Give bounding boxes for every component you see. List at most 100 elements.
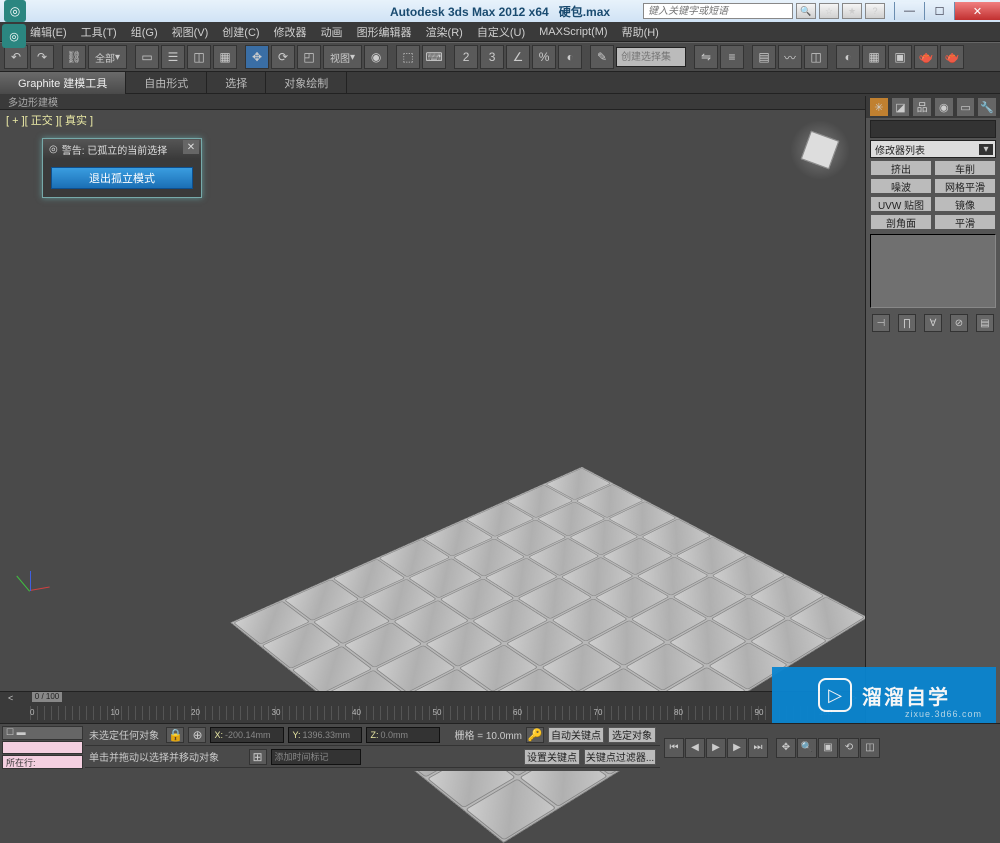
- mod-smooth[interactable]: 平滑: [934, 214, 996, 230]
- tab-object-paint[interactable]: 对象绘制: [266, 72, 347, 94]
- play-icon[interactable]: ▶: [706, 738, 726, 758]
- mod-lathe[interactable]: 车削: [934, 160, 996, 176]
- coord-y[interactable]: Y:1396.33mm: [288, 727, 362, 743]
- key-icon[interactable]: 🔑: [526, 727, 544, 743]
- add-time-tag[interactable]: 添加时间标记: [271, 749, 361, 765]
- ref-coord-dropdown[interactable]: 视图 ▾: [323, 45, 362, 69]
- script-output[interactable]: [2, 741, 83, 755]
- pin-stack-icon[interactable]: ⊣: [872, 314, 890, 332]
- help-search-input[interactable]: [643, 3, 793, 19]
- select-manipulate-icon[interactable]: ⬚: [396, 45, 420, 69]
- menu-animation[interactable]: 动画: [321, 24, 343, 40]
- schematic-icon[interactable]: ◫: [804, 45, 828, 69]
- snap-3d-icon[interactable]: 3: [480, 45, 504, 69]
- menu-edit[interactable]: 编辑(E): [30, 24, 67, 40]
- coord-x[interactable]: X:-200.14mm: [210, 727, 284, 743]
- prev-frame-icon[interactable]: ◀: [685, 738, 705, 758]
- mod-noise[interactable]: 噪波: [870, 178, 932, 194]
- close-icon[interactable]: ✕: [183, 140, 199, 154]
- window-minimize-button[interactable]: —: [894, 2, 924, 20]
- selection-filter-dropdown[interactable]: 全部 ▾: [88, 45, 127, 69]
- favorites-icon[interactable]: ★: [842, 3, 862, 19]
- window-crossing-icon[interactable]: ▦: [213, 45, 237, 69]
- max-viewport-icon[interactable]: ◫: [860, 738, 880, 758]
- search-icon[interactable]: 🔍: [796, 3, 816, 19]
- absolute-mode-icon[interactable]: ⊕: [188, 727, 206, 743]
- select-by-name-icon[interactable]: ☰: [161, 45, 185, 69]
- prev-key-icon[interactable]: <: [8, 693, 13, 703]
- link-icon[interactable]: ⛓: [62, 45, 86, 69]
- menu-create[interactable]: 创建(C): [222, 24, 259, 40]
- orbit-icon[interactable]: ⟲: [839, 738, 859, 758]
- viewcube[interactable]: [790, 120, 850, 180]
- viewport-label[interactable]: [ + ][ 正交 ][ 真实 ]: [6, 112, 93, 128]
- make-unique-icon[interactable]: ∀: [924, 314, 942, 332]
- zoom-icon[interactable]: 🔍: [797, 738, 817, 758]
- render-last-icon[interactable]: 🫖: [940, 45, 964, 69]
- named-selection-input[interactable]: [616, 47, 686, 67]
- hierarchy-panel-icon[interactable]: 品: [913, 98, 931, 116]
- select-region-icon[interactable]: ◫: [187, 45, 211, 69]
- percent-snap-icon[interactable]: %: [532, 45, 556, 69]
- undo-icon[interactable]: ↶: [4, 45, 28, 69]
- time-slider[interactable]: < 0 / 100 > 0 10 20 30 40 50 60 70 80 90…: [0, 691, 865, 723]
- configure-sets-icon[interactable]: ▤: [976, 314, 994, 332]
- align-icon[interactable]: ≡: [720, 45, 744, 69]
- script-mini-listener-icon[interactable]: ☐ ▬: [2, 726, 83, 740]
- pan-icon[interactable]: ✥: [776, 738, 796, 758]
- dialog-title[interactable]: ◎ 警告: 已孤立的当前选择 ✕: [43, 139, 201, 159]
- keyboard-shortcut-icon[interactable]: ⌨: [422, 45, 446, 69]
- rotate-icon[interactable]: ⟳: [271, 45, 295, 69]
- scale-icon[interactable]: ◰: [297, 45, 321, 69]
- use-center-icon[interactable]: ◉: [364, 45, 388, 69]
- coord-z[interactable]: Z:0.0mm: [366, 727, 440, 743]
- mirror-icon[interactable]: ⇋: [694, 45, 718, 69]
- render-setup-icon[interactable]: ▦: [862, 45, 886, 69]
- mod-extrude[interactable]: 挤出: [870, 160, 932, 176]
- tab-selection[interactable]: 选择: [207, 72, 266, 94]
- menu-tools[interactable]: 工具(T): [81, 24, 117, 40]
- snap-2d-icon[interactable]: 2: [454, 45, 478, 69]
- menu-rendering[interactable]: 渲染(R): [426, 24, 463, 40]
- menu-graph-editors[interactable]: 图形编辑器: [357, 24, 412, 40]
- material-editor-icon[interactable]: ◐: [836, 45, 860, 69]
- mod-uvw[interactable]: UVW 贴图: [870, 196, 932, 212]
- select-icon[interactable]: ▭: [135, 45, 159, 69]
- layers-icon[interactable]: ▤: [752, 45, 776, 69]
- motion-panel-icon[interactable]: ◉: [935, 98, 953, 116]
- comm-center-icon[interactable]: ☆: [819, 3, 839, 19]
- time-tag-icon[interactable]: ⊞: [249, 749, 267, 765]
- goto-end-icon[interactable]: ⏭: [748, 738, 768, 758]
- remove-modifier-icon[interactable]: ⊘: [950, 314, 968, 332]
- auto-key-button[interactable]: 自动关键点: [548, 727, 604, 743]
- modifier-list-dropdown[interactable]: 修改器列表: [870, 140, 996, 158]
- display-panel-icon[interactable]: ▭: [957, 98, 975, 116]
- help-icon[interactable]: ?: [865, 3, 885, 19]
- create-panel-icon[interactable]: ✳: [870, 98, 888, 116]
- time-ruler[interactable]: 0 10 20 30 40 50 60 70 80 90 100: [30, 706, 835, 720]
- menu-help[interactable]: 帮助(H): [622, 24, 659, 40]
- key-filters-button[interactable]: 关键点过滤器...: [584, 749, 656, 765]
- selection-set-button[interactable]: 选定对象: [608, 727, 656, 743]
- render-icon[interactable]: 🫖: [914, 45, 938, 69]
- utilities-panel-icon[interactable]: 🔧: [978, 98, 996, 116]
- time-scrubber[interactable]: 0 / 100: [32, 692, 62, 702]
- tab-freeform[interactable]: 自由形式: [126, 72, 207, 94]
- object-name-input[interactable]: [870, 120, 996, 138]
- menu-maxscript[interactable]: MAXScript(M): [539, 26, 607, 38]
- mod-meshsmooth[interactable]: 网格平滑: [934, 178, 996, 194]
- window-close-button[interactable]: ✕: [954, 2, 1000, 20]
- edit-named-sel-icon[interactable]: ✎: [590, 45, 614, 69]
- tab-graphite[interactable]: Graphite 建模工具: [0, 72, 126, 94]
- angle-snap-icon[interactable]: ∠: [506, 45, 530, 69]
- script-input[interactable]: 所在行:: [2, 755, 83, 769]
- application-menu-icon[interactable]: ◎: [2, 24, 26, 48]
- next-frame-icon[interactable]: ▶: [727, 738, 747, 758]
- mod-bevel-profile[interactable]: 剖角面: [870, 214, 932, 230]
- exit-isolation-button[interactable]: 退出孤立模式: [51, 167, 193, 189]
- goto-start-icon[interactable]: ⏮: [664, 738, 684, 758]
- curve-editor-icon[interactable]: 〰: [778, 45, 802, 69]
- modify-panel-icon[interactable]: ◪: [892, 98, 910, 116]
- menu-customize[interactable]: 自定义(U): [477, 24, 525, 40]
- window-maximize-button[interactable]: ☐: [924, 2, 954, 20]
